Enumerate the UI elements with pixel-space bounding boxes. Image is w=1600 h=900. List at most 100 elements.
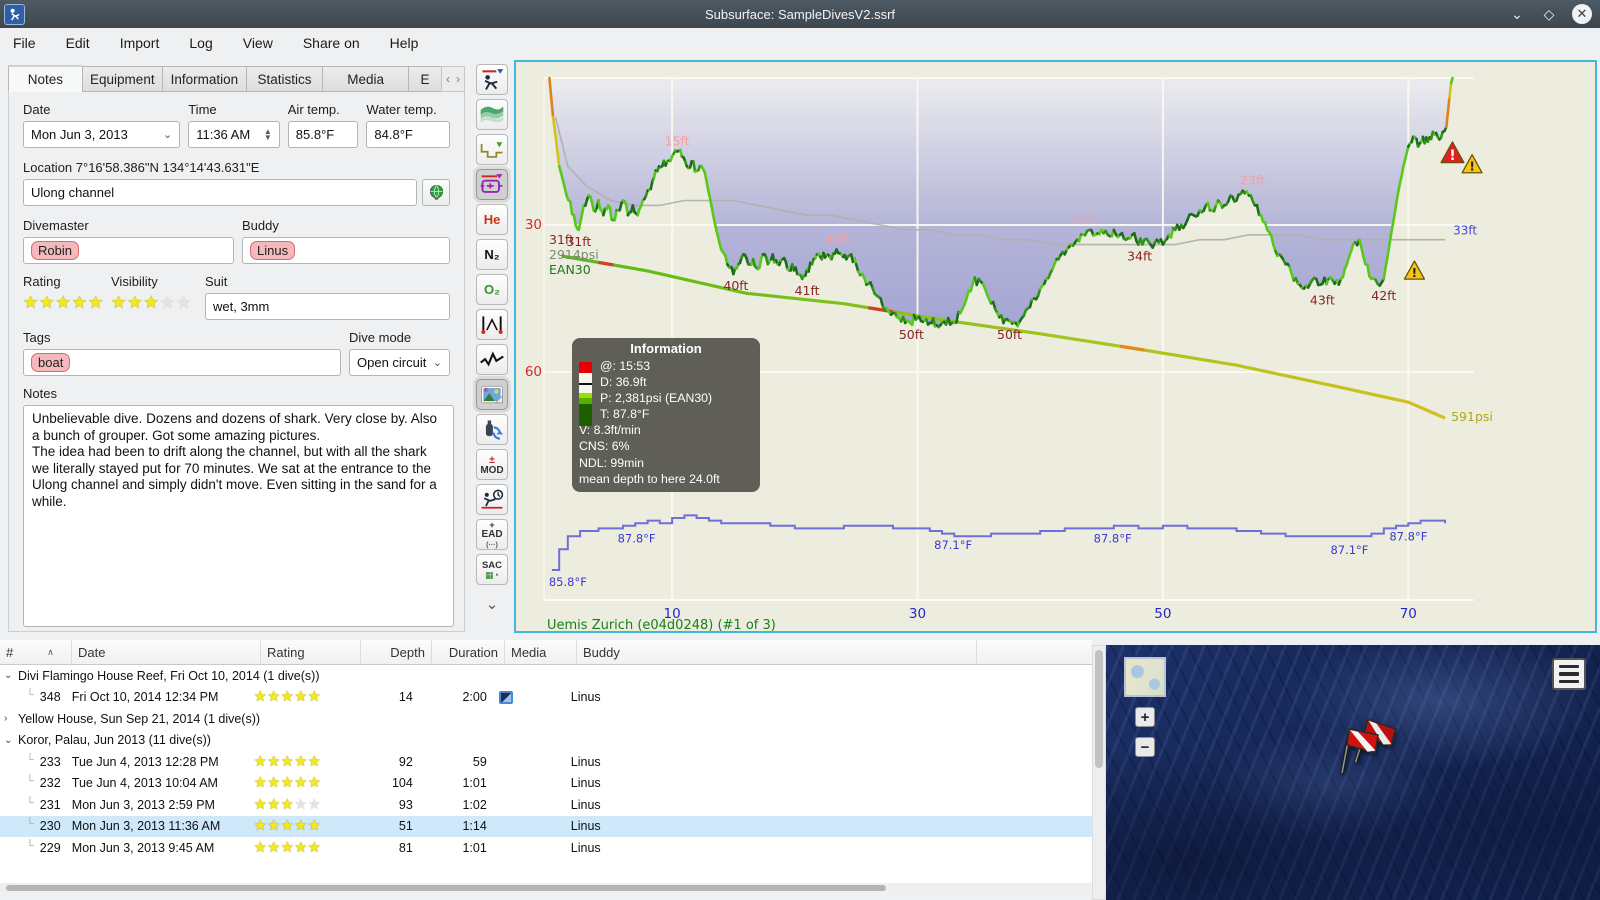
menu-help[interactable]: Help (390, 35, 419, 51)
dive-date: Tue Jun 4, 2013 12:28 PM (71, 754, 219, 769)
toolbar-more-chevron-icon[interactable]: ⌄ (486, 595, 499, 613)
column-header-media[interactable]: Media (505, 640, 577, 664)
dive-buddy: Linus (570, 690, 601, 705)
column-header-date[interactable]: Date (72, 640, 261, 664)
svg-text:Uemis Zurich (e04d0248) (#1 of: Uemis Zurich (e04d0248) (#1 of 3) (547, 618, 776, 631)
dive-row[interactable]: └ 230 Mon Jun 3, 2013 11:36 AM ★ ★ ★ ★ ★ 51 1:14 L… (0, 815, 1092, 838)
rating-stars[interactable]: ★★★★★ (23, 293, 111, 313)
tab-information[interactable]: Information (161, 66, 246, 92)
tab-e[interactable]: E (408, 66, 441, 92)
dive-profile-chart[interactable]: 30 60 10 30 50 70 Uemis Zurich (e04d0248) (#1 … (514, 60, 1597, 633)
tab-notes[interactable]: Notes (8, 65, 82, 92)
dive-mode-combobox[interactable]: Open circuit ⌄ (349, 349, 450, 376)
toolbar-dive-computer-button[interactable] (476, 64, 508, 95)
toolbar-pp-he-button[interactable]: He (476, 204, 508, 235)
location-field[interactable]: Ulong channel (23, 179, 418, 206)
buddy-chip[interactable]: Linus (250, 241, 296, 260)
star-icon: ★ (253, 775, 268, 792)
sort-ascending-icon: ∧ (47, 646, 54, 657)
toolbar-heart-rate-button[interactable] (476, 344, 508, 375)
toolbar-pp-o2-button[interactable]: O₂ (476, 274, 508, 305)
date-combobox[interactable]: Mon Jun 3, 2013 ⌄ (23, 121, 181, 148)
tab-equipment[interactable]: Equipment (81, 66, 162, 92)
tab-scroll-right-icon[interactable]: › (456, 72, 460, 86)
column-header-buddy[interactable]: Buddy (577, 640, 977, 664)
maximize-button[interactable]: ◇ (1540, 6, 1558, 23)
toolbar-ead-button[interactable]: + EAD (···) (476, 519, 508, 550)
dive-rating: ★ ★ ★ ★ ★ (250, 816, 350, 838)
tab-media[interactable]: Media (322, 66, 408, 92)
column-header-duration[interactable]: Duration (432, 640, 505, 664)
toolbar-profile-markers-button[interactable] (476, 134, 508, 165)
menu-import[interactable]: Import (120, 35, 160, 51)
trip-row[interactable]: ⌄ Koror, Palau, Jun 2013 (11 dive(s)) (0, 730, 1092, 752)
svg-text:42ft: 42ft (1371, 288, 1396, 303)
tab-statistics[interactable]: Statistics (245, 66, 323, 92)
toolbar-deco-time-button[interactable] (476, 484, 508, 515)
dive-number: 348 (39, 690, 61, 705)
menu-file[interactable]: File (13, 35, 36, 51)
menu-edit[interactable]: Edit (66, 35, 90, 51)
notes-textarea[interactable]: Unbelievable dive. Dozens and dozens of … (23, 405, 454, 627)
app-icon (4, 3, 25, 25)
buddy-field[interactable]: Linus (242, 237, 450, 264)
close-button[interactable]: ✕ (1572, 4, 1592, 24)
map-zoom-in-button[interactable]: + (1135, 707, 1155, 727)
globe-button[interactable] (422, 179, 450, 206)
spinner-arrows-icon[interactable]: ▲ ▼ (264, 127, 272, 141)
tab-scroll-left-icon[interactable]: ‹ (446, 72, 450, 86)
menu-log[interactable]: Log (189, 35, 212, 51)
menu-share-on[interactable]: Share on (303, 35, 360, 51)
dive-list-hscrollbar[interactable] (0, 883, 1092, 892)
dive-row[interactable]: └ 231 Mon Jun 3, 2013 2:59 PM ★ ★ ★ ★ ★ 93 1:02 Li… (0, 794, 1092, 816)
divemaster-field[interactable]: Robin (23, 237, 234, 264)
toolbar-dc-reported-ceiling-button[interactable] (476, 169, 508, 200)
toolbar-mod-button[interactable]: ± MOD (476, 449, 508, 480)
minimize-button[interactable]: ⌄ (1508, 6, 1526, 23)
svg-text:591psi: 591psi (1451, 409, 1493, 424)
suit-field[interactable]: wet, 3mm (205, 293, 450, 320)
column-header-num[interactable]: # ∧ (0, 640, 72, 664)
horizontal-splitter[interactable] (0, 633, 1600, 640)
toolbar-ruler-button[interactable] (476, 309, 508, 340)
map-menu-button[interactable] (1552, 658, 1586, 690)
water-temp-field[interactable]: 84.8°F (366, 121, 450, 148)
tree-elbow: └ (26, 689, 34, 702)
dive-row[interactable]: └ 229 Mon Jun 3, 2013 9:45 AM ★ ★ ★ ★ ★ 81 1:01 Li… (0, 837, 1092, 859)
dive-site-map[interactable]: + − (1106, 645, 1600, 900)
dive-depth: 81 (398, 840, 413, 855)
tags-field[interactable]: boat (23, 349, 341, 376)
column-header-depth[interactable]: Depth (361, 640, 432, 664)
dive-row[interactable]: └ 348 Fri Oct 10, 2014 12:34 PM ★ ★ ★ ★ ★ 14 2:00… (0, 687, 1092, 709)
air-temp-field[interactable]: 85.8°F (287, 121, 359, 148)
dive-row[interactable]: └ 233 Tue Jun 4, 2013 12:28 PM ★ ★ ★ ★ ★ 92 59 Lin… (0, 751, 1092, 773)
dive-list-vscrollbar[interactable] (1092, 645, 1106, 900)
svg-text:31ft: 31ft (549, 232, 574, 247)
collapse-caret-icon[interactable]: ⌄ (4, 670, 18, 681)
toolbar-gas-switch-button[interactable] (476, 414, 508, 445)
svg-text:34ft: 34ft (1127, 249, 1152, 264)
photo-icon[interactable] (498, 690, 513, 704)
toolbar-scale-button[interactable] (476, 99, 508, 130)
trip-row[interactable]: ⌄ Divi Flamingo House Reef, Fri Oct 10, 2… (0, 665, 1092, 687)
visibility-stars[interactable]: ★★★★★ (111, 293, 205, 313)
dive-date: Mon Jun 3, 2013 2:59 PM (71, 797, 215, 812)
date-label: Date (23, 102, 51, 117)
collapse-caret-icon[interactable]: ⌄ (4, 735, 18, 746)
time-spinner[interactable]: 11:36 AM ▲ ▼ (188, 121, 280, 148)
menu-view[interactable]: View (243, 35, 273, 51)
toolbar-sac-button[interactable]: SAC ▦◔ (476, 554, 508, 585)
expand-caret-icon[interactable]: › (4, 713, 18, 724)
toolbar-photos-button[interactable] (476, 379, 508, 410)
map-zoom-out-button[interactable]: − (1135, 737, 1155, 757)
trip-row[interactable]: › Yellow House, Sun Sep 21, 2014 (1 dive(… (0, 708, 1092, 730)
toolbar-pp-n2-button[interactable]: N₂ (476, 239, 508, 270)
tag-chip[interactable]: boat (31, 353, 71, 372)
minimap-toggle[interactable] (1124, 657, 1166, 697)
column-header-rating[interactable]: Rating (261, 640, 361, 664)
dive-flag-marker[interactable] (1334, 717, 1404, 781)
star-icon: ★ (307, 753, 322, 770)
dive-row[interactable]: └ 232 Tue Jun 4, 2013 10:04 AM ★ ★ ★ ★ ★ 104 1:01… (0, 773, 1092, 795)
divemaster-chip[interactable]: Robin (31, 241, 79, 260)
svg-text:87.1°F: 87.1°F (934, 538, 972, 552)
